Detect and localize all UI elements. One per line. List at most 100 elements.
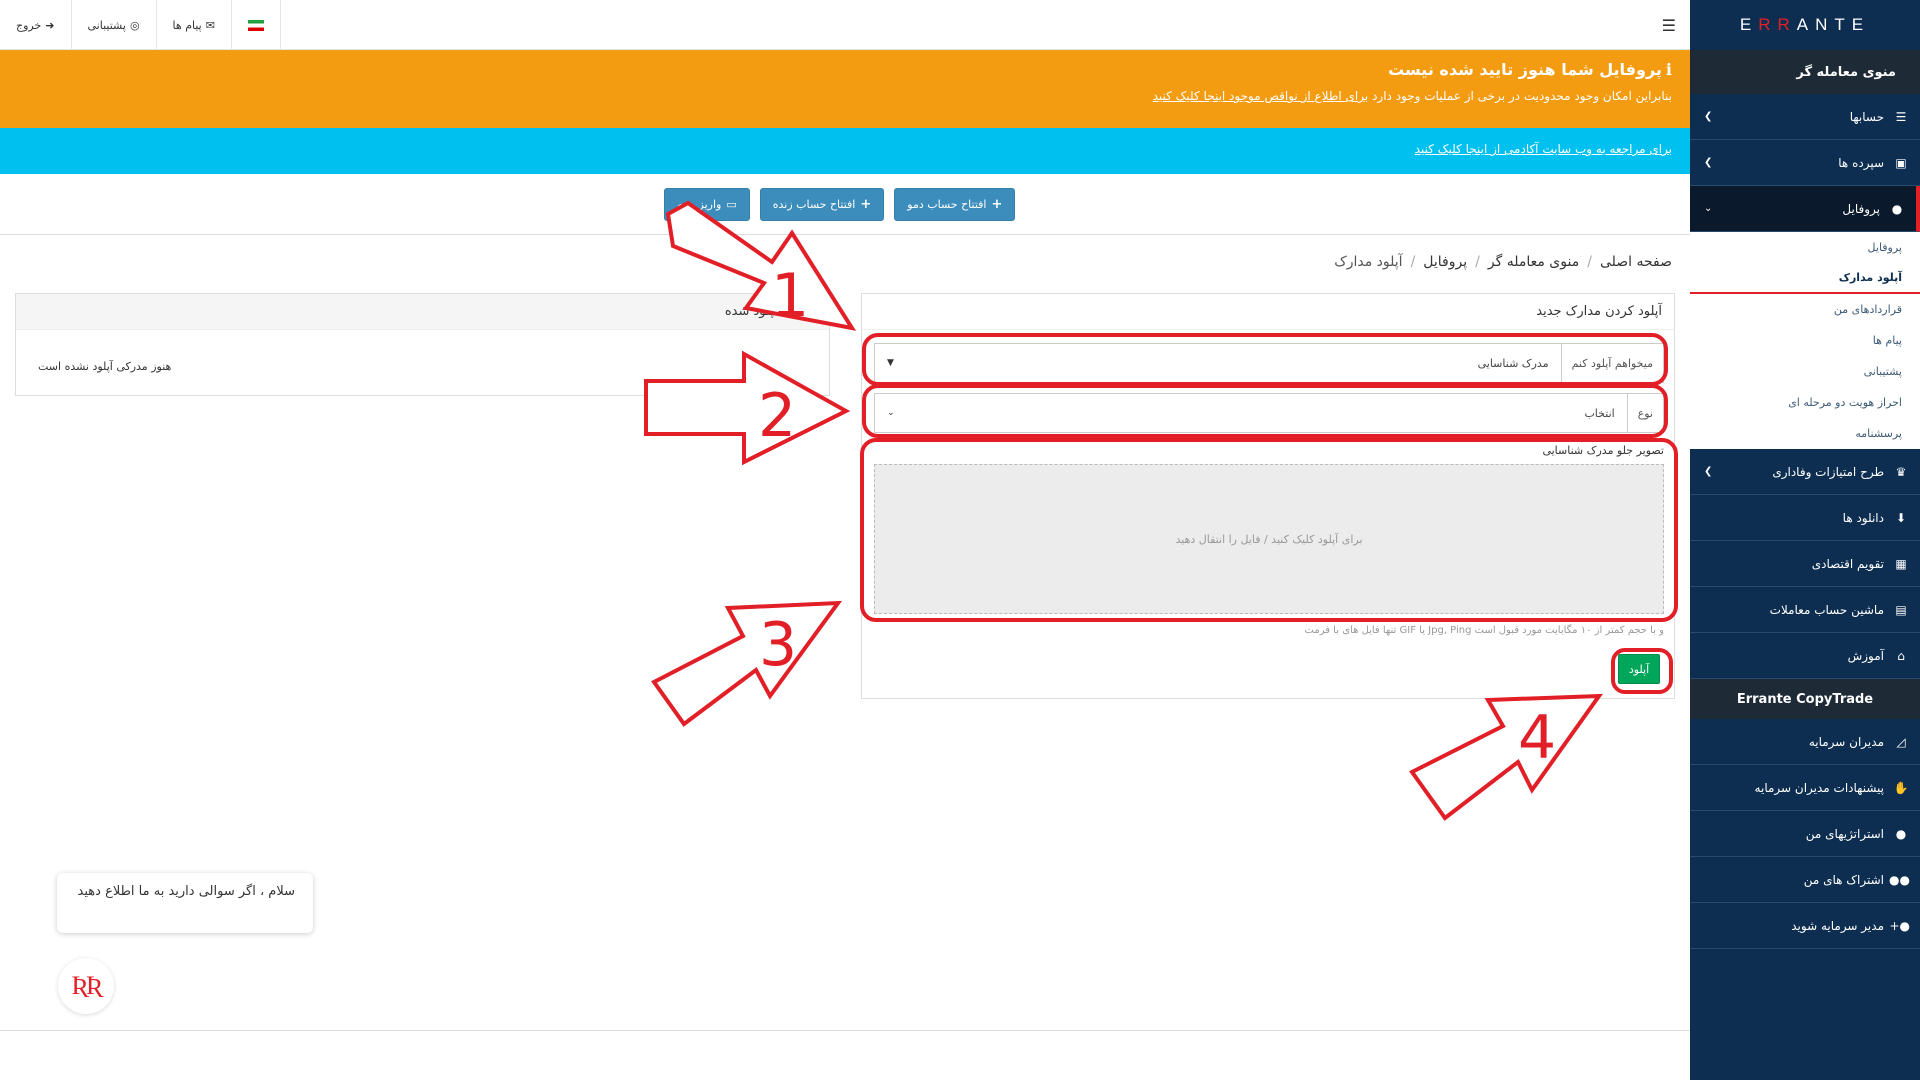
deposit-label: واریز وجه	[677, 198, 722, 211]
handshake-icon: ✋	[1893, 780, 1909, 795]
arrow-4	[1409, 693, 1603, 821]
submenu-contracts[interactable]: قراردادهای من	[1690, 294, 1920, 325]
calculator-icon: ▤	[1895, 602, 1907, 617]
sidebar-item-fund-managers[interactable]: ◿ مدیران سرمایه	[1690, 719, 1920, 765]
sidebar-item-education[interactable]: ⌂ آموزش	[1690, 633, 1920, 679]
messages-link[interactable]: ✉ پیام ها	[157, 0, 232, 50]
iran-flag-icon	[247, 19, 264, 31]
chevron-down-icon: ⌄	[1704, 203, 1713, 214]
support-label: پشتیبانی	[87, 18, 126, 32]
chevron-down-icon: ⌄	[887, 408, 895, 418]
sidebar-item-calendar[interactable]: ▦ تقویم اقتصادی	[1690, 541, 1920, 587]
chevron-right-icon: ❯	[1704, 157, 1713, 168]
breadcrumb-separator: /	[1475, 254, 1480, 270]
chevron-right-icon: ❯	[1704, 466, 1713, 477]
action-buttons: ▭ واریز وجه + افتتاح حساب زنده + افتتاح …	[664, 188, 1016, 221]
banner-message: بنابراین امکان وجود محدودیت در برخی از ع…	[1372, 89, 1672, 103]
copytrade-section-title: Errante CopyTrade	[1690, 679, 1920, 719]
download-icon: ⬇	[1895, 510, 1907, 525]
open-demo-account-button[interactable]: + افتتاح حساب دمو	[894, 188, 1016, 221]
annotation-number-3: 3	[759, 610, 797, 680]
breadcrumb-trader-menu[interactable]: منوی معامله گر	[1488, 254, 1579, 270]
sidebar-item-label: سپرده ها	[1838, 155, 1884, 170]
divider	[0, 234, 1690, 235]
logo-suffix: ANTE	[1796, 15, 1871, 34]
credit-card-icon: ▭	[726, 198, 737, 211]
open-live-account-button[interactable]: + افتتاح حساب زنده	[759, 188, 885, 221]
sidebar-item-become-manager[interactable]: ●+ مدیر سرمایه شوید	[1690, 903, 1920, 949]
sidebar-item-label: استراتژیهای من	[1805, 826, 1884, 841]
chart-icon: ◿	[1896, 734, 1906, 749]
document-kind-value: مدرک شناسایی	[1477, 356, 1549, 370]
file-dropzone[interactable]: برای آپلود کلیک کنید / فایل را انتقال ده…	[874, 464, 1664, 614]
sidebar-item-label: مدیران سرمایه	[1808, 734, 1884, 749]
sidebar-item-label: پروفایل	[1842, 201, 1880, 216]
document-type-row: نوع انتخاب ⌄	[874, 393, 1664, 433]
document-kind-select[interactable]: مدرک شناسایی ▼	[875, 344, 1561, 382]
user-icon: ●	[1891, 201, 1903, 216]
uploaded-documents-panel: مدارک آپلود شده هنوز مدرکی آپلود نشده اس…	[15, 293, 830, 396]
uploaded-docs-title: مدارک آپلود شده	[16, 294, 829, 330]
chat-bubble[interactable]: سلام ، اگر سوالی دارید به ما اطلاع دهید	[57, 873, 313, 933]
sidebar-item-label: دانلود ها	[1842, 510, 1884, 525]
upload-panel-title: آپلود کردن مدارک جدید	[862, 294, 1674, 330]
envelope-icon: ✉	[205, 18, 215, 32]
list-icon: ☰	[1895, 109, 1907, 124]
logout-label: خروج	[16, 18, 42, 32]
upload-button[interactable]: آپلود	[1618, 654, 1660, 684]
errante-logo[interactable]: E RR ANTE	[1690, 0, 1920, 50]
submenu-questionnaire[interactable]: پرسشنامه	[1690, 418, 1920, 449]
document-type-label: نوع	[1626, 394, 1663, 432]
life-ring-icon: ◎	[129, 18, 140, 32]
chat-avatar-logo-icon[interactable]: ƦƦ	[58, 958, 114, 1014]
submenu-messages[interactable]: پیام ها	[1690, 325, 1920, 356]
submenu-upload-documents[interactable]: آپلود مدارک	[1690, 263, 1920, 294]
document-kind-row: میخواهم آپلود کنم مدرک شناسایی ▼	[874, 343, 1664, 383]
breadcrumb-home[interactable]: صفحه اصلی	[1600, 254, 1672, 270]
chevron-right-icon: ❯	[1704, 111, 1713, 122]
sidebar-item-profile[interactable]: ● پروفایل ⌄	[1690, 186, 1920, 232]
user-plus-icon: ●+	[1889, 918, 1910, 933]
dropzone-text: برای آپلود کلیک کنید / فایل را انتقال ده…	[1175, 532, 1363, 546]
breadcrumb-separator: /	[1587, 254, 1592, 270]
sidebar-item-loyalty[interactable]: ♛ طرح امتیازات وفاداری ❯	[1690, 449, 1920, 495]
breadcrumb-current: آپلود مدارک	[1334, 254, 1403, 270]
demo-label: افتتاح حساب دمو	[907, 198, 987, 211]
sidebar-item-label: مدیر سرمایه شوید	[1791, 918, 1884, 933]
trader-menu-title: منوی معامله گر	[1690, 50, 1920, 94]
document-type-select[interactable]: انتخاب ⌄	[875, 394, 1627, 432]
language-switcher[interactable]	[232, 0, 281, 50]
submenu-support[interactable]: پشتیبانی	[1690, 356, 1920, 387]
document-kind-label: میخواهم آپلود کنم	[1560, 344, 1663, 382]
banner-link-defects[interactable]: برای اطلاع از نواقص موجود اینجا کلیک کنی…	[1153, 89, 1369, 103]
front-image-label: تصویر جلو مدرک شناسایی	[1542, 444, 1664, 457]
sidebar-item-deposits[interactable]: ▣ سپرده ها ❯	[1690, 140, 1920, 186]
annotation-number-4: 4	[1518, 703, 1556, 773]
sidebar-item-calculator[interactable]: ▤ ماشین حساب معاملات	[1690, 587, 1920, 633]
plus-icon: +	[991, 197, 1003, 212]
sidebar-item-accounts[interactable]: ☰ حسابها ❯	[1690, 94, 1920, 140]
logo-prefix: E	[1739, 15, 1759, 34]
submenu-two-factor[interactable]: احراز هویت دو مرحله ای	[1690, 387, 1920, 418]
footer-divider	[0, 1030, 1690, 1031]
sidebar-item-label: آموزش	[1847, 648, 1884, 663]
plus-icon: +	[860, 197, 872, 212]
logo-rr: RR	[1758, 15, 1797, 34]
deposit-button[interactable]: ▭ واریز وجه	[664, 188, 750, 221]
support-link[interactable]: ◎ پشتیبانی	[72, 0, 157, 50]
sidebar-item-my-subscriptions[interactable]: ●● اشتراک های من	[1690, 857, 1920, 903]
logout-link[interactable]: ➜ خروج	[0, 0, 72, 50]
no-documents-text: هنوز مدرکی آپلود نشده است	[38, 360, 172, 373]
sidebar-item-label: حسابها	[1849, 109, 1884, 124]
wallet-icon: ▣	[1895, 155, 1907, 170]
messages-label: پیام ها	[172, 18, 202, 32]
breadcrumb-profile[interactable]: پروفایل	[1423, 254, 1467, 270]
sidebar-item-downloads[interactable]: ⬇ دانلود ها	[1690, 495, 1920, 541]
info-icon: ℹ	[1665, 60, 1672, 79]
academy-link[interactable]: برای مراجعه به وب سایت آکادمی از اینجا ک…	[1415, 142, 1672, 156]
sidebar-item-my-strategies[interactable]: ● استراتژیهای من	[1690, 811, 1920, 857]
arrow-3	[651, 600, 843, 727]
hamburger-menu-icon[interactable]: ☰	[1662, 16, 1676, 35]
submenu-profile[interactable]: پروفایل	[1690, 232, 1920, 263]
sidebar-item-manager-offers[interactable]: ✋ پیشنهادات مدیران سرمایه	[1690, 765, 1920, 811]
